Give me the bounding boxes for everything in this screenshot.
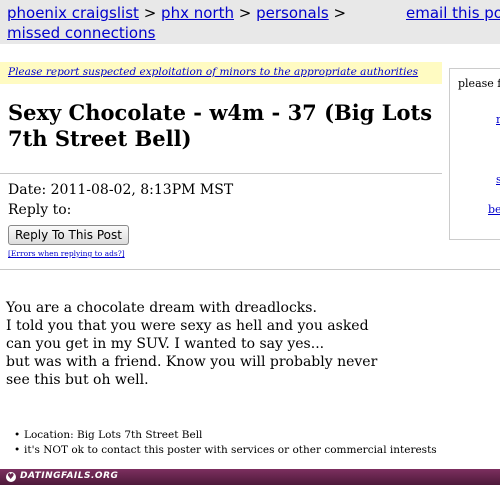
post-title: Sexy Chocolate - w4m - 37 (Big Lots 7th …: [8, 100, 433, 151]
reply-to-label: Reply to:: [8, 202, 72, 218]
breadcrumb-phx-north[interactable]: phx north: [161, 4, 234, 22]
divider: [0, 269, 500, 270]
breadcrumb-missed-connections[interactable]: missed connections: [7, 24, 155, 42]
breadcrumb-separator: >: [333, 4, 347, 22]
post-location: Location: Big Lots 7th Street Bell: [14, 428, 437, 443]
exploitation-warning-banner: Please report suspected exploitation of …: [0, 62, 442, 84]
footer-brand: ♥ DATINGFAILS.ORG: [6, 471, 118, 482]
top-navigation-bar: phoenix craigslist > phx north > persona…: [0, 0, 500, 44]
breadcrumb-separator: >: [238, 4, 252, 22]
email-this-post: email this post: [406, 3, 500, 23]
post-body: You are a chocolate dream with dreadlock…: [6, 299, 436, 389]
flag-box: please fl n s be: [449, 68, 500, 240]
email-this-post-link[interactable]: email this post: [406, 4, 500, 22]
breadcrumb: phoenix craigslist > phx north > persona…: [7, 3, 392, 43]
report-exploitation-link[interactable]: Please report suspected exploitation of …: [8, 66, 418, 78]
commercial-contact-notice: it's NOT ok to contact this poster with …: [14, 443, 437, 458]
flag-link[interactable]: s: [496, 173, 500, 186]
footer-brand-text: DATINGFAILS.ORG: [20, 471, 119, 481]
flag-box-label: please fl: [458, 77, 500, 90]
post-body-line: but was with a friend. Know you will pro…: [6, 354, 378, 370]
reply-errors: [Errors when replying to ads?]: [8, 249, 125, 258]
divider: [0, 173, 442, 174]
datingfails-footer-bar: ♥ DATINGFAILS.ORG: [0, 469, 500, 485]
heart-logo-icon: ♥: [6, 472, 16, 482]
post-details-list: Location: Big Lots 7th Street Bell it's …: [14, 428, 437, 458]
reply-to-post-button[interactable]: Reply To This Post: [8, 225, 129, 245]
flag-link[interactable]: n: [496, 113, 500, 126]
breadcrumb-separator: >: [143, 4, 157, 22]
post-body-line: I told you that you were sexy as hell an…: [6, 318, 369, 334]
post-body-line: You are a chocolate dream with dreadlock…: [6, 300, 317, 316]
breadcrumb-phoenix-craigslist[interactable]: phoenix craigslist: [7, 4, 139, 22]
post-body-line: see this but oh well.: [6, 372, 149, 388]
post-body-line: can you get in my SUV. I wanted to say y…: [6, 336, 325, 352]
post-date: Date: 2011-08-02, 8:13PM MST: [8, 182, 234, 198]
flag-link[interactable]: be: [488, 203, 500, 216]
breadcrumb-personals[interactable]: personals: [256, 4, 329, 22]
reply-errors-link[interactable]: [Errors when replying to ads?]: [8, 249, 125, 258]
